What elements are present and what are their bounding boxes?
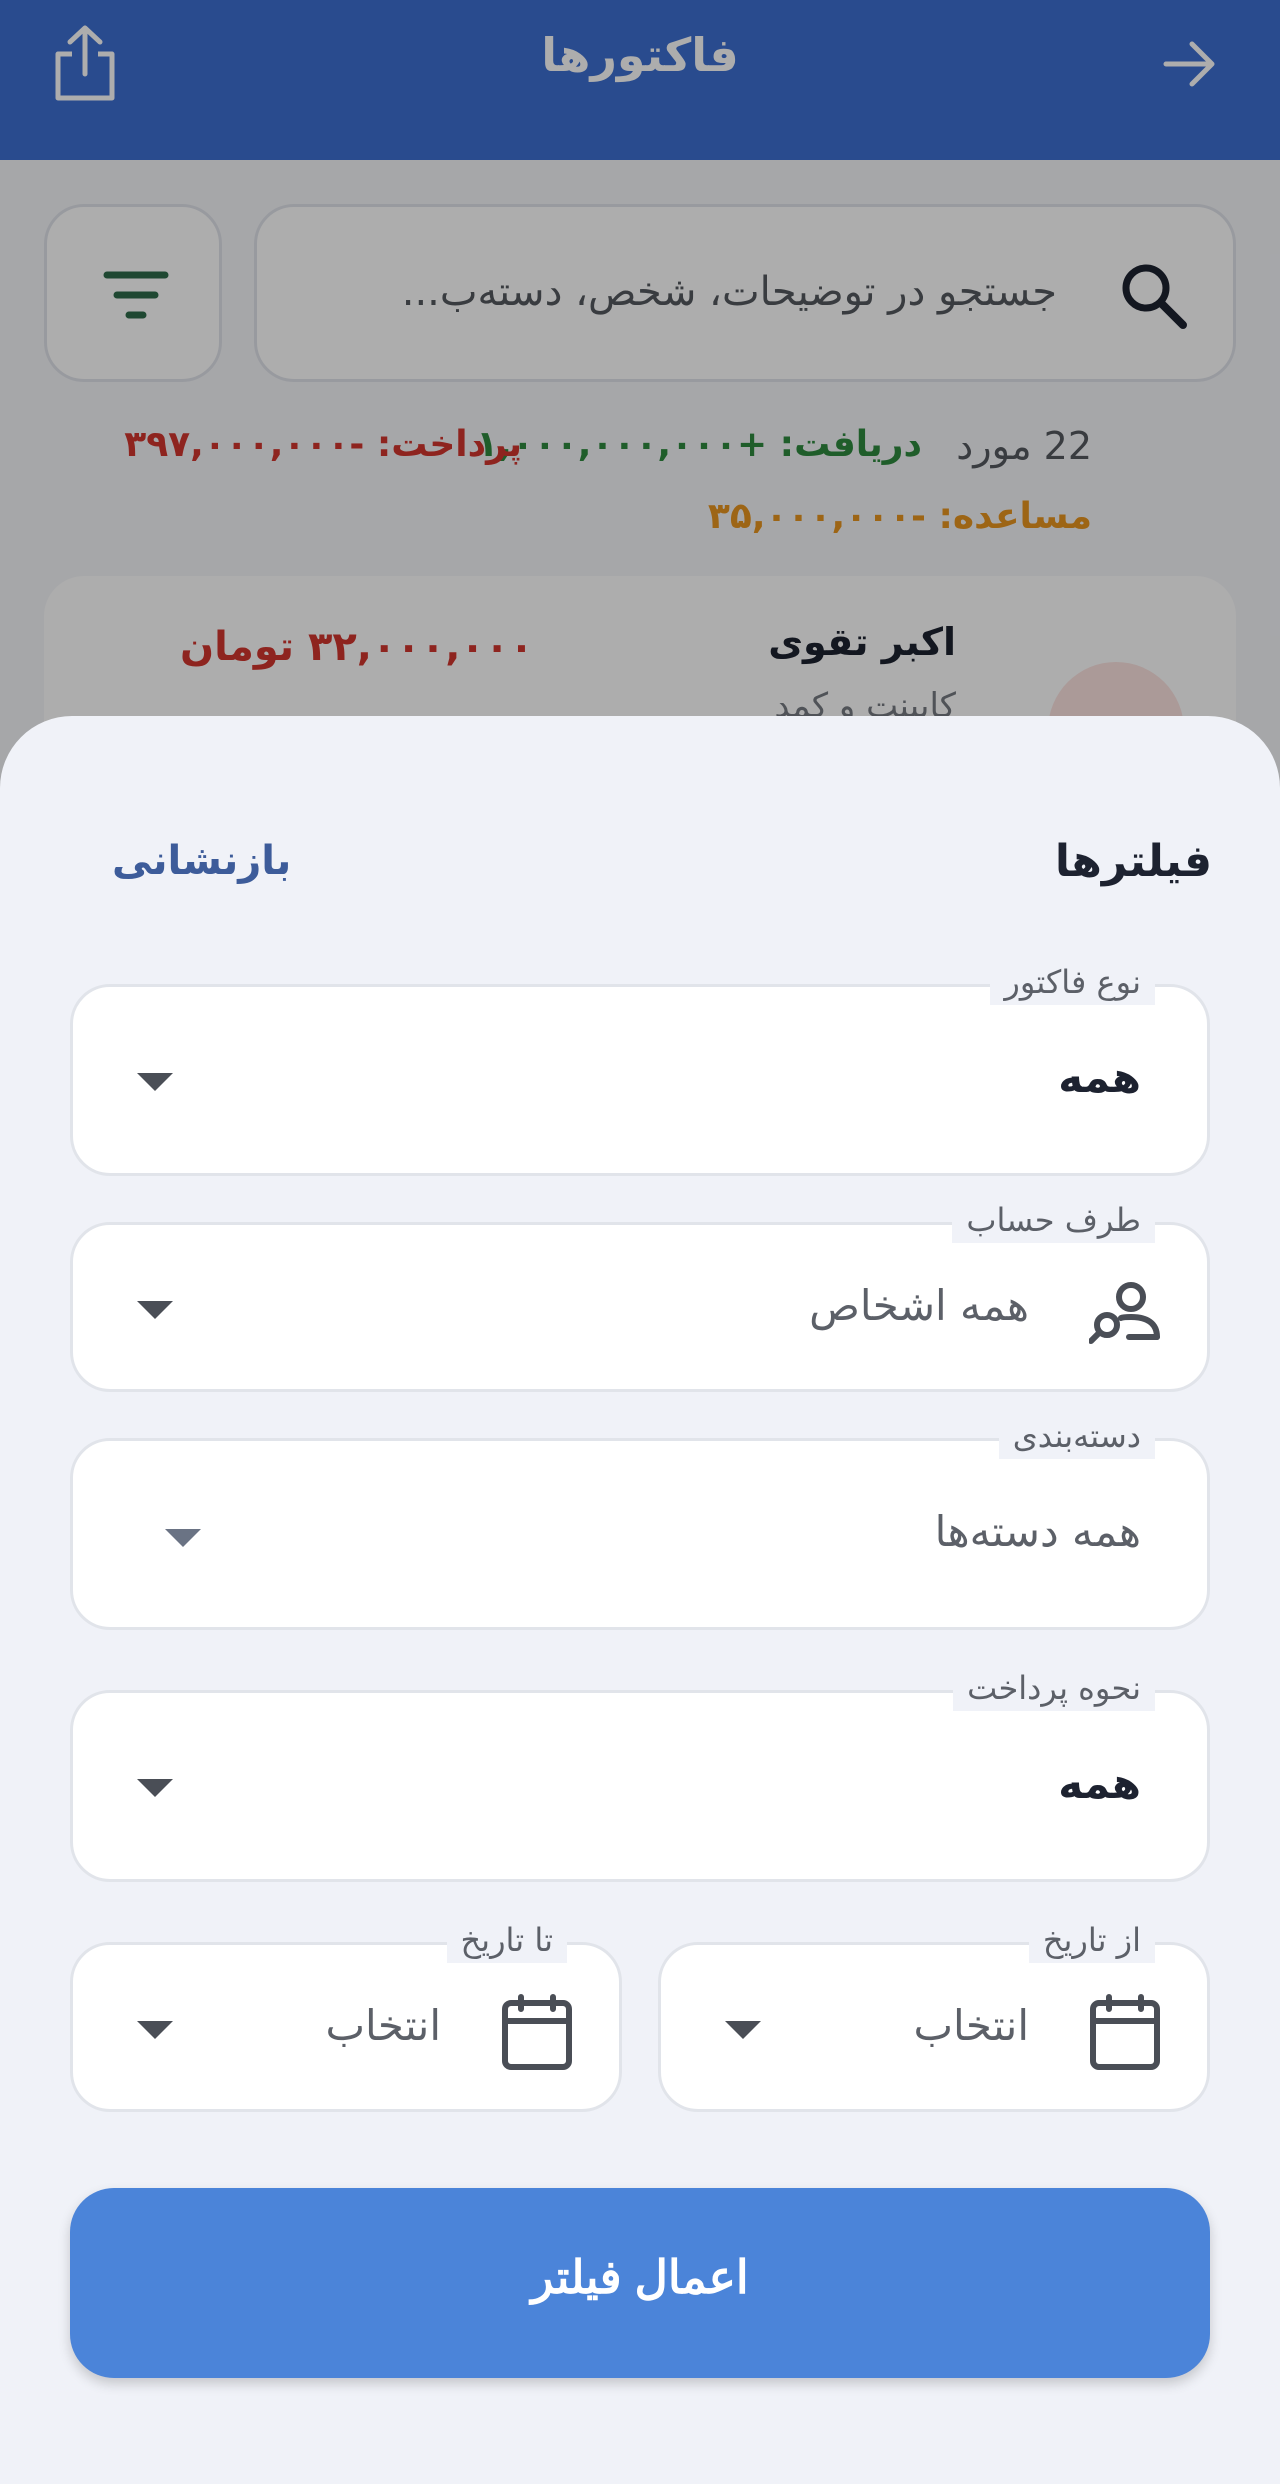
person-search-icon	[1089, 1282, 1160, 1344]
account-party-select[interactable]: طرف حساب همه اشخاص	[70, 1197, 1210, 1392]
chevron-down-icon	[165, 1529, 201, 1547]
category-label: دسته‌بندی	[998, 1413, 1155, 1459]
chevron-down-icon	[725, 2021, 761, 2039]
to-date-label: تا تاریخ	[446, 1917, 567, 1963]
apply-filter-label: اعمال فیلتر	[531, 2251, 749, 2303]
payment-method-label: نحوه پرداخت	[953, 1665, 1155, 1711]
to-date-picker[interactable]: تا تاریخ انتخاب	[70, 1917, 622, 2112]
invoice-type-select[interactable]: نوع فاکتور همه	[70, 959, 1210, 1176]
invoice-type-label: نوع فاکتور	[990, 959, 1155, 1005]
from-date-value: انتخاب	[913, 2001, 1029, 2050]
calendar-icon	[1090, 1994, 1160, 2070]
apply-filter-button[interactable]: اعمال فیلتر	[70, 2188, 1210, 2378]
chevron-down-icon	[137, 1779, 173, 1797]
category-value: همه دسته‌ها	[934, 1507, 1141, 1556]
invoice-type-value: همه	[1058, 1053, 1141, 1102]
sheet-title: فیلترها	[1054, 836, 1212, 887]
from-date-picker[interactable]: از تاریخ انتخاب	[658, 1917, 1210, 2112]
to-date-value: انتخاب	[325, 2001, 441, 2050]
payment-method-value: همه	[1058, 1759, 1141, 1808]
chevron-down-icon	[137, 2021, 173, 2039]
payment-method-select[interactable]: نحوه پرداخت همه	[70, 1665, 1210, 1882]
account-party-label: طرف حساب	[952, 1197, 1155, 1243]
account-party-value: همه اشخاص	[809, 1281, 1029, 1330]
reset-button[interactable]: بازنشانی	[112, 838, 291, 884]
calendar-icon	[502, 1994, 572, 2070]
filter-sheet: فیلترها بازنشانی نوع فاکتور همه طرف حساب…	[0, 716, 1280, 2484]
from-date-label: از تاریخ	[1028, 1917, 1155, 1963]
chevron-down-icon	[137, 1073, 173, 1091]
category-select[interactable]: دسته‌بندی همه دسته‌ها	[70, 1413, 1210, 1630]
chevron-down-icon	[137, 1301, 173, 1319]
